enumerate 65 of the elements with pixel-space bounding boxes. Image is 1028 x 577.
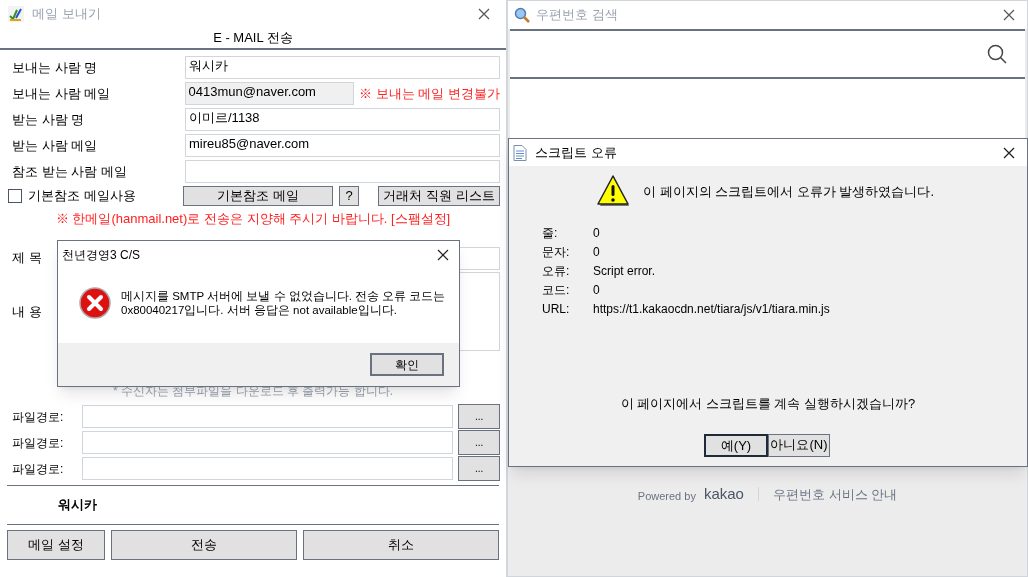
dialog-button[interactable]: 예(Y) <box>704 433 768 457</box>
ok-button[interactable]: 확인 <box>370 353 444 376</box>
field-label: 내 용 <box>12 302 42 321</box>
browse-button[interactable]: ... <box>458 456 500 481</box>
field-label: 보내는 사람 메일 <box>12 84 112 103</box>
input-field[interactable]: 워시카 <box>185 56 500 79</box>
form-heading: E - MAIL 전송 <box>213 29 293 48</box>
detail-label: 코드: <box>542 282 571 299</box>
document-icon <box>513 144 527 161</box>
close-icon[interactable] <box>1003 146 1015 159</box>
input-field[interactable] <box>185 160 500 183</box>
brand-logo: kakao <box>703 486 744 501</box>
field-label: 받는 사람 메일 <box>12 136 99 155</box>
file-path-field[interactable] <box>81 457 454 480</box>
input-field[interactable]: 이미르/1138 <box>185 108 500 131</box>
detail-value: https://t1.kakaocdn.net/tiara/js/v1/tiara.min.js <box>593 301 831 318</box>
detail-value: 0 <box>593 282 601 299</box>
browse-button[interactable]: ... <box>458 404 500 429</box>
window-title: 우편번호 검색 <box>536 6 618 25</box>
dialog-title: 스크립트 오류 <box>535 143 617 162</box>
detail-value: Script error. <box>593 263 656 280</box>
service-link[interactable]: 우편번호 서비스 안내 <box>772 485 898 505</box>
signature-text: 워시카 <box>58 496 97 515</box>
field-label: 보내는 사람 명 <box>12 58 99 77</box>
help-button[interactable]: ? <box>339 185 359 206</box>
action-button[interactable]: 취소 <box>303 530 499 560</box>
field-label: 받는 사람 명 <box>12 110 86 129</box>
error-heading: 이 페이지의 스크립트에서 오류가 발생하였습니다. <box>643 183 935 202</box>
checkbox-label: 기본참조 메일사용 <box>28 186 136 205</box>
checkbox[interactable] <box>8 188 22 203</box>
powered-by-text: Powered by <box>637 489 696 504</box>
field-label: 파일경로: <box>12 408 65 426</box>
field-label: 파일경로: <box>12 434 65 452</box>
field-label: 제 목 <box>12 250 42 266</box>
close-icon[interactable] <box>437 249 449 261</box>
detail-label: 문자: <box>542 244 571 261</box>
magnifier-icon <box>514 7 530 23</box>
warning-icon <box>597 175 631 209</box>
detail-label: 줄: <box>542 225 559 242</box>
list-button[interactable]: 거래처 직원 리스트 <box>378 185 500 206</box>
close-icon[interactable] <box>1003 9 1015 21</box>
action-button[interactable]: 전송 <box>111 530 297 560</box>
search-icon[interactable] <box>987 44 1007 64</box>
field-label: 참조 받는 사람 메일 <box>12 162 128 181</box>
detail-value: 0 <box>593 244 601 261</box>
action-button[interactable]: 메일 설정 <box>7 530 105 560</box>
file-path-field[interactable] <box>81 405 454 428</box>
warning-note: ※ 보내는 메일 변경불가 <box>359 84 500 103</box>
close-icon[interactable] <box>478 8 490 20</box>
dialog-button[interactable]: 아니요(N) <box>768 433 830 457</box>
window-title: 메일 보내기 <box>32 5 101 24</box>
detail-label: URL: <box>542 301 571 318</box>
notice-text: ※ 한메일(hanmail.net)로 전송은 지양해 주시기 바랍니다. [스팸설정] <box>55 210 451 229</box>
list-button[interactable]: 기본참조 메일 <box>183 185 333 206</box>
error-icon <box>79 287 111 319</box>
browse-button[interactable]: ... <box>458 430 500 455</box>
file-path-field[interactable] <box>81 431 454 454</box>
detail-label: 오류: <box>542 263 571 280</box>
input-field[interactable]: mireu85@naver.com <box>185 134 500 157</box>
error-message: 메시지를 SMTP 서버에 보낼 수 없었습니다. 전송 오류 코드는 0x80040217입니다. 서버 응답은 not available입니다. <box>121 289 447 317</box>
app-icon <box>8 6 24 22</box>
question-text: 이 페이지에서 스크립트를 계속 실행하시겠습니까? <box>620 395 916 413</box>
dialog-title: 천년경영3 C/S <box>62 247 140 264</box>
field-label: 파일경로: <box>12 460 65 478</box>
detail-value: 0 <box>593 225 601 242</box>
